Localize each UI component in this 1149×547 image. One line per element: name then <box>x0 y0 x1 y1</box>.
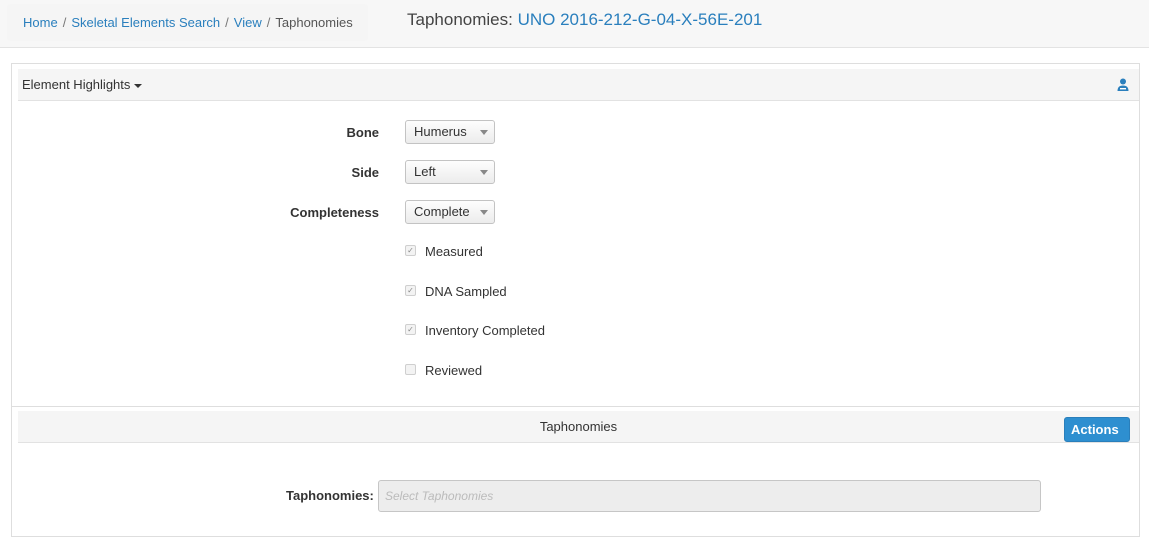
breadcrumb-home-link[interactable]: Home <box>23 15 58 30</box>
bone-select[interactable]: Humerus <box>405 120 495 144</box>
breadcrumb: Home / Skeletal Elements Search / View /… <box>7 4 368 41</box>
completeness-label: Completeness <box>290 205 379 220</box>
caret-down-icon <box>1077 451 1085 456</box>
caret-down-icon <box>134 83 143 88</box>
element-id-link[interactable]: UNO 2016-212-G-04-X-56E-201 <box>518 10 763 29</box>
taphonomies-field-label: Taphonomies: <box>286 488 374 503</box>
element-panel: Element Highlights Bone Humerus Side Lef… <box>11 63 1140 537</box>
breadcrumb-separator: / <box>62 15 67 30</box>
breadcrumb-current: Taphonomies <box>275 15 353 30</box>
dna-sampled-checkbox-row: ✓ DNA Sampled <box>405 284 507 299</box>
measured-label: Measured <box>425 244 483 259</box>
actions-label: Actions <box>1071 422 1119 437</box>
measured-checkbox-row: ✓ Measured <box>405 244 483 259</box>
completeness-value: Complete <box>414 204 470 219</box>
side-select[interactable]: Left <box>405 160 495 184</box>
page-title-prefix: Taphonomies: <box>407 10 513 29</box>
inventory-completed-label: Inventory Completed <box>425 323 545 338</box>
reviewed-checkbox-row: Reviewed <box>405 363 482 378</box>
dna-sampled-checkbox[interactable]: ✓ <box>405 285 416 297</box>
breadcrumb-separator: / <box>266 15 271 30</box>
page-title: Taphonomies: UNO 2016-212-G-04-X-56E-201 <box>407 10 762 30</box>
actions-button[interactable]: Actions <box>1064 417 1130 456</box>
side-value: Left <box>414 164 436 179</box>
taphonomies-header: Taphonomies <box>18 411 1139 443</box>
element-highlights-title: Element Highlights <box>22 77 131 92</box>
dna-sampled-label: DNA Sampled <box>425 284 507 299</box>
taphonomies-title: Taphonomies <box>539 419 618 434</box>
breadcrumb-separator: / <box>225 15 229 30</box>
top-bar: Home / Skeletal Elements Search / View /… <box>0 0 1149 48</box>
dropdown-arrow-icon <box>480 170 488 175</box>
section-divider <box>12 406 1139 407</box>
breadcrumb-search-link[interactable]: Skeletal Elements Search <box>71 15 220 30</box>
taphonomies-select-input[interactable]: Select Taphonomies <box>378 480 1041 512</box>
completeness-select[interactable]: Complete <box>405 200 495 224</box>
breadcrumb-view-link[interactable]: View <box>234 15 262 30</box>
inventory-completed-checkbox[interactable]: ✓ <box>405 324 416 336</box>
reviewed-label: Reviewed <box>425 363 483 378</box>
taphonomies-placeholder: Select Taphonomies <box>385 489 494 503</box>
reviewed-checkbox[interactable] <box>405 364 416 376</box>
bone-label: Bone <box>346 125 380 140</box>
dropdown-arrow-icon <box>480 210 488 215</box>
bone-value: Humerus <box>414 124 467 139</box>
side-label: Side <box>351 165 379 180</box>
measured-checkbox[interactable]: ✓ <box>405 245 416 257</box>
element-highlights-dropdown[interactable]: Element Highlights <box>22 77 143 92</box>
person-icon[interactable] <box>1117 78 1129 92</box>
inventory-completed-checkbox-row: ✓ Inventory Completed <box>405 323 545 338</box>
dropdown-arrow-icon <box>480 130 488 135</box>
element-highlights-header: Element Highlights <box>18 69 1139 101</box>
